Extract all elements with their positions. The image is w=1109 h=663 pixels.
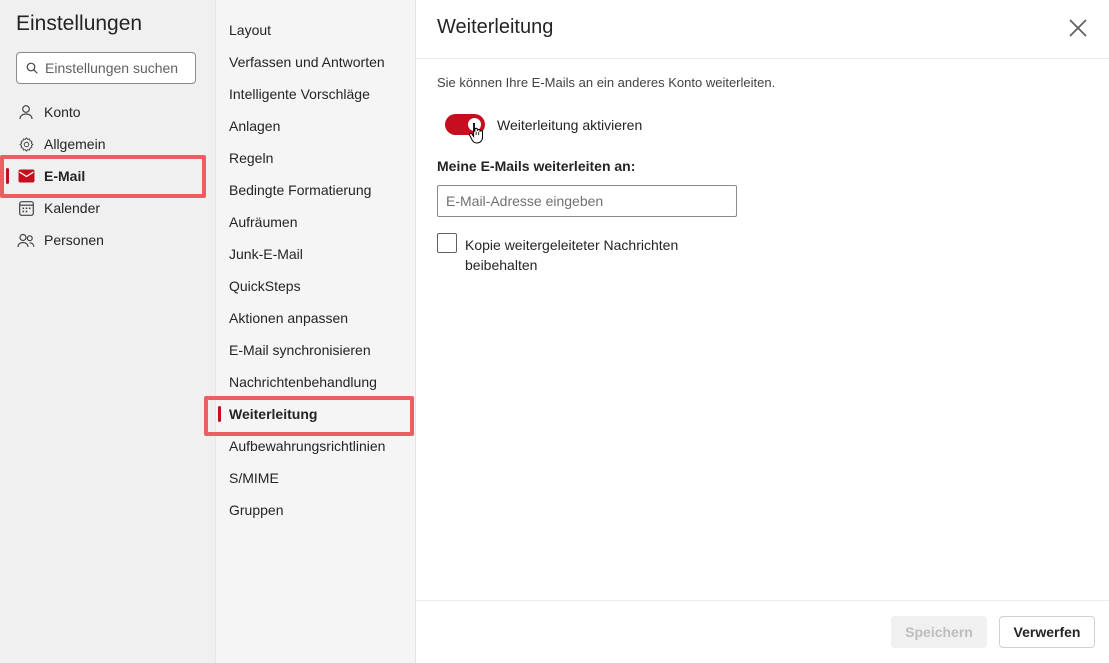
nav-item-label: Konto — [44, 104, 81, 120]
nav-item-label: Allgemein — [44, 136, 106, 152]
forward-email-input[interactable] — [437, 185, 737, 217]
settings-nav: Einstellungen Konto Allgemein E-Mail Kal… — [0, 0, 215, 663]
nav-item-kalender[interactable]: Kalender — [0, 192, 215, 224]
nav-item-personen[interactable]: Personen — [0, 224, 215, 256]
submenu-item-verfassen[interactable]: Verfassen und Antworten — [229, 46, 416, 78]
submenu-item-regeln[interactable]: Regeln — [229, 142, 416, 174]
search-icon — [26, 62, 38, 74]
footer-divider — [416, 600, 1109, 601]
nav-item-email[interactable]: E-Mail — [0, 160, 215, 192]
forward-to-label: Meine E-Mails weiterleiten an: — [437, 158, 636, 174]
mail-icon — [17, 167, 35, 185]
submenu-item-aufbewahrung[interactable]: Aufbewahrungsrichtlinien — [229, 430, 416, 462]
hand-cursor-icon — [468, 123, 483, 144]
forwarding-description: Sie können Ihre E-Mails an ein anderes K… — [437, 75, 776, 90]
calendar-icon — [17, 199, 35, 217]
page-title: Weiterleitung — [437, 16, 554, 38]
submenu-item-anlagen[interactable]: Anlagen — [229, 110, 416, 142]
nav-item-label: E-Mail — [44, 168, 86, 184]
keep-copy-label: Kopie weitergeleiteter Nachrichten beibe… — [465, 237, 679, 273]
gear-icon — [17, 135, 35, 153]
submenu-item-nachrichtenbehandlung[interactable]: Nachrichtenbehandlung — [229, 366, 416, 398]
close-button[interactable] — [1064, 14, 1092, 42]
submenu-item-formatierung[interactable]: Bedingte Formatierung — [229, 174, 416, 206]
settings-title: Einstellungen — [16, 12, 143, 35]
email-submenu: Layout Verfassen und Antworten Intellige… — [215, 0, 415, 663]
forwarding-toggle-label: Weiterleitung aktivieren — [497, 117, 643, 133]
settings-search-box[interactable] — [16, 52, 196, 84]
nav-item-label: Kalender — [44, 200, 101, 216]
keep-copy-checkbox[interactable] — [437, 233, 457, 253]
submenu-item-aktionen[interactable]: Aktionen anpassen — [229, 302, 416, 334]
people-icon — [17, 231, 35, 249]
submenu-item-junk[interactable]: Junk-E-Mail — [229, 238, 416, 270]
header-divider — [416, 58, 1109, 59]
nav-item-allgemein[interactable]: Allgemein — [0, 128, 215, 160]
submenu-item-synchronisieren[interactable]: E-Mail synchronisieren — [229, 334, 416, 366]
nav-item-konto[interactable]: Konto — [0, 96, 215, 128]
submenu-item-vorschlaege[interactable]: Intelligente Vorschläge — [229, 78, 416, 110]
person-icon — [17, 103, 35, 121]
submenu-item-smime[interactable]: S/MIME — [229, 462, 416, 494]
submenu-item-quicksteps[interactable]: QuickSteps — [229, 270, 416, 302]
discard-button[interactable]: Verwerfen — [999, 616, 1095, 648]
submenu-item-aufraeumen[interactable]: Aufräumen — [229, 206, 416, 238]
forwarding-panel: Weiterleitung Sie können Ihre E-Mails an… — [415, 0, 1109, 663]
close-icon — [1069, 19, 1087, 37]
save-button[interactable]: Speichern — [891, 616, 987, 648]
settings-search-input[interactable] — [45, 60, 185, 76]
submenu-item-weiterleitung[interactable]: Weiterleitung — [218, 398, 416, 430]
submenu-item-layout[interactable]: Layout — [229, 14, 416, 46]
submenu-item-gruppen[interactable]: Gruppen — [229, 494, 416, 526]
nav-item-label: Personen — [44, 232, 104, 248]
